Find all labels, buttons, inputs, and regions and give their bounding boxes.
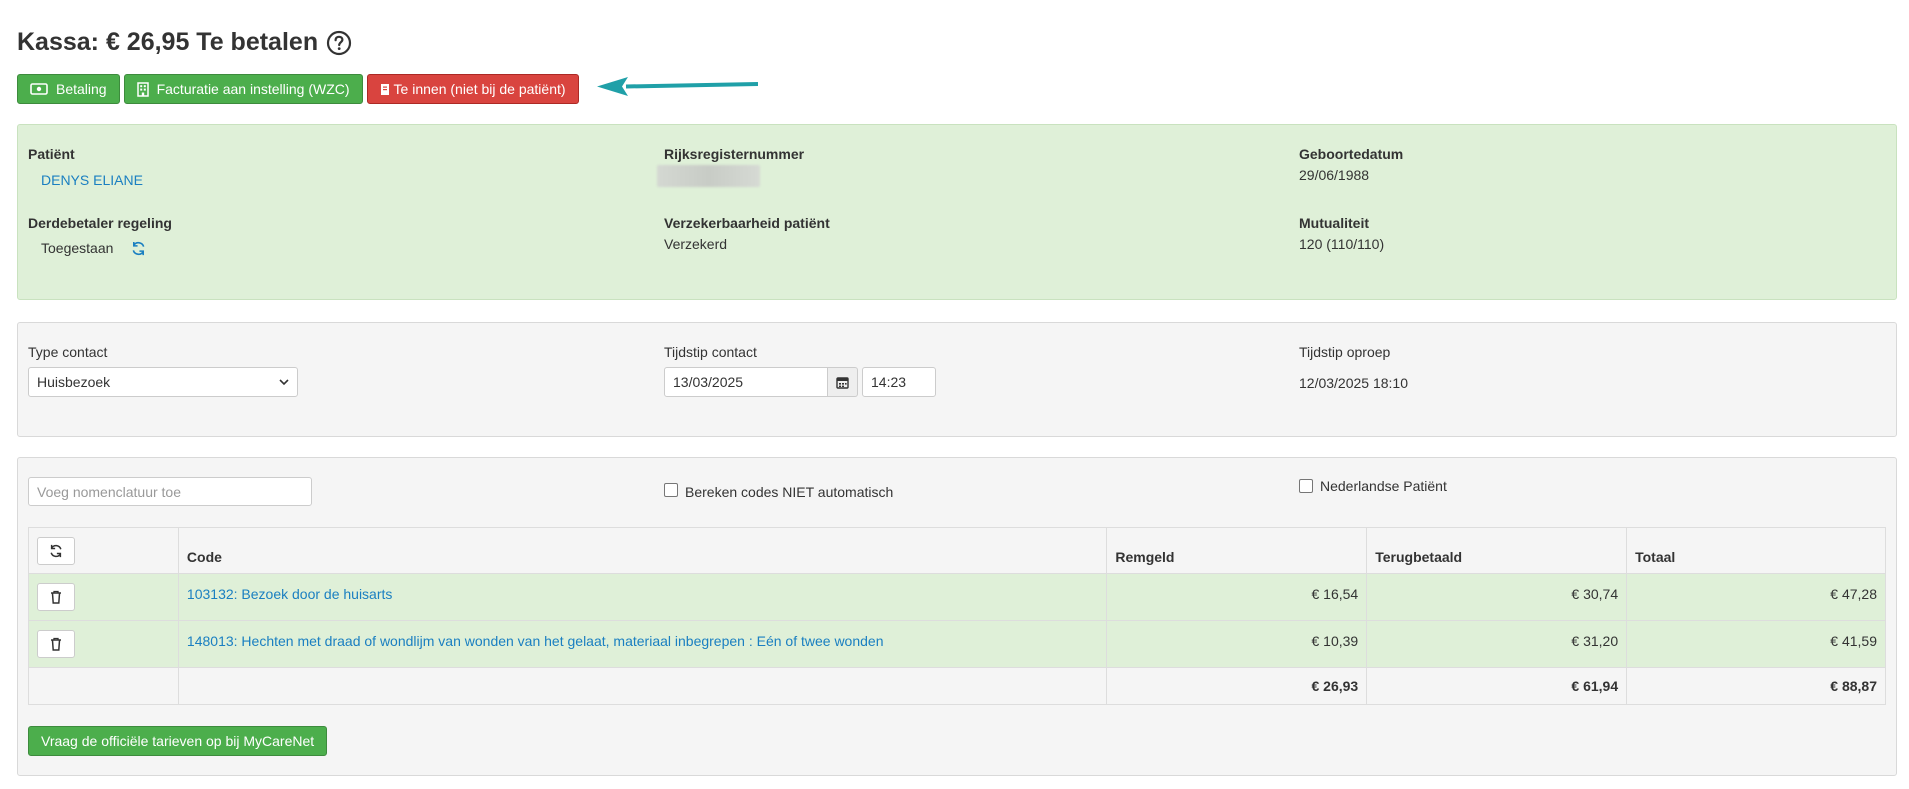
payment-button[interactable]: Betaling <box>17 74 120 104</box>
totals-row: € 26,93 € 61,94 € 88,87 <box>28 667 1886 705</box>
building-icon <box>136 81 149 97</box>
auto-calc-label: Bereken codes NIET automatisch <box>685 484 894 500</box>
rrn-label: Rijksregisternummer <box>664 146 805 162</box>
column-header-totaal: Totaal <box>1626 527 1886 574</box>
total-remgeld: € 26,93 <box>1106 667 1368 705</box>
nomenclature-input[interactable]: Voeg nomenclatuur toe <box>28 477 312 506</box>
mutuality-value: 120 (110/110) <box>1299 236 1385 252</box>
total-totaal: € 88,87 <box>1626 667 1886 705</box>
row-code-link[interactable]: 148013: Hechten met draad of wondlijm va… <box>187 633 884 649</box>
money-icon <box>30 83 48 95</box>
contact-date-input[interactable]: 13/03/2025 <box>664 367 828 397</box>
codes-panel: Voeg nomenclatuur toe Bereken codes NIET… <box>17 457 1897 776</box>
row-code-cell: 103132: Bezoek door de huisarts <box>177 573 1108 621</box>
table-header-actions <box>28 527 179 574</box>
refresh-icon <box>50 544 62 557</box>
totals-empty-cell <box>28 667 179 705</box>
total-terugbetaald: € 61,94 <box>1366 667 1628 705</box>
contact-panel: Type contact Huisbezoek Tijdstip contact… <box>17 322 1897 437</box>
row-remgeld: € 16,54 <box>1106 573 1368 621</box>
row-code-cell: 148013: Hechten met draad of wondlijm va… <box>177 620 1108 668</box>
refresh-codes-button[interactable] <box>37 536 75 565</box>
trash-icon <box>51 637 61 651</box>
row-actions <box>28 573 179 621</box>
third-party-value: Toegestaan <box>41 240 114 256</box>
row-totaal: € 47,28 <box>1626 573 1886 621</box>
arrow-left-icon <box>597 77 758 96</box>
patient-name-link[interactable]: DENYS ELIANE <box>41 172 143 188</box>
birthdate-value: 29/06/1988 <box>1299 167 1370 183</box>
mycarenet-button-label: Vraag de officiële tarieven op bij MyCar… <box>41 733 315 749</box>
call-time-label: Tijdstip oproep <box>1299 344 1391 360</box>
delete-row-button[interactable] <box>37 583 75 611</box>
trash-icon <box>51 590 61 604</box>
contact-time-value: 14:23 <box>871 374 907 390</box>
payment-button-label: Betaling <box>56 81 107 97</box>
delete-row-button[interactable] <box>37 630 75 658</box>
contact-type-value: Huisbezoek <box>37 374 111 390</box>
nomenclature-placeholder: Voeg nomenclatuur toe <box>37 483 181 500</box>
chevron-down-icon <box>279 378 289 385</box>
page-title: Kassa: € 26,95 Te betalen <box>17 28 352 57</box>
calendar-icon <box>836 376 849 389</box>
contact-time-label: Tijdstip contact <box>664 344 757 360</box>
row-terugbetaald: € 31,20 <box>1366 620 1628 668</box>
codes-table: Code Remgeld Terugbetaald Totaal 103132:… <box>28 527 1886 705</box>
document-icon <box>380 83 389 95</box>
insurability-label: Verzekerbaarheid patiënt <box>664 215 830 231</box>
row-actions <box>28 620 179 668</box>
third-party-row: Toegestaan <box>41 240 146 256</box>
table-row: 103132: Bezoek door de huisarts € 16,54 … <box>28 573 1886 621</box>
mutuality-label: Mutualiteit <box>1299 215 1369 231</box>
insurability-value: Verzekerd <box>664 236 728 252</box>
invoice-institution-button[interactable]: Facturatie aan instelling (WZC) <box>123 74 363 104</box>
dutch-patient-checkbox[interactable] <box>1299 479 1313 493</box>
birthdate-label: Geboortedatum <box>1299 146 1404 162</box>
row-terugbetaald: € 30,74 <box>1366 573 1628 621</box>
rrn-value-redacted <box>657 165 760 187</box>
contact-type-label: Type contact <box>28 344 108 360</box>
table-header-row: Code Remgeld Terugbetaald Totaal <box>28 527 1886 574</box>
invoice-institution-button-label: Facturatie aan instelling (WZC) <box>156 81 350 97</box>
action-buttons: Betaling Facturatie aan instelling (WZC)… <box>17 74 579 104</box>
column-header-code: Code <box>177 527 1108 574</box>
auto-calc-checkbox[interactable] <box>664 483 678 497</box>
row-code-link[interactable]: 103132: Bezoek door de huisarts <box>187 586 392 602</box>
row-remgeld: € 10,39 <box>1106 620 1368 668</box>
totals-empty-cell <box>177 667 1108 705</box>
dutch-patient-label: Nederlandse Patiënt <box>1320 478 1447 494</box>
patient-label: Patiënt <box>28 146 75 162</box>
contact-time-input[interactable]: 14:23 <box>862 367 936 397</box>
auto-calc-option: Bereken codes NIET automatisch <box>664 480 893 500</box>
call-time-value: 12/03/2025 18:10 <box>1299 375 1408 391</box>
help-circle-icon[interactable] <box>326 30 352 56</box>
mycarenet-button[interactable]: Vraag de officiële tarieven op bij MyCar… <box>28 726 328 756</box>
to-collect-button[interactable]: Te innen (niet bij de patiënt) <box>366 74 579 104</box>
contact-date-value: 13/03/2025 <box>673 374 744 390</box>
patient-panel: Patiënt DENYS ELIANE Rijksregisternummer… <box>17 124 1897 300</box>
contact-date-group: 13/03/2025 14:23 <box>664 367 936 397</box>
column-header-remgeld: Remgeld <box>1106 527 1368 574</box>
refresh-icon[interactable] <box>131 241 146 256</box>
calendar-button[interactable] <box>828 367 858 397</box>
dutch-patient-option: Nederlandse Patiënt <box>1299 478 1447 494</box>
column-header-terugbetaald: Terugbetaald <box>1366 527 1628 574</box>
page-title-text: Kassa: € 26,95 Te betalen <box>17 28 319 56</box>
contact-type-select[interactable]: Huisbezoek <box>28 367 298 397</box>
row-totaal: € 41,59 <box>1626 620 1886 668</box>
third-party-label: Derdebetaler regeling <box>28 215 172 231</box>
table-row: 148013: Hechten met draad of wondlijm va… <box>28 620 1886 668</box>
to-collect-button-label: Te innen (niet bij de patiënt) <box>393 81 566 97</box>
